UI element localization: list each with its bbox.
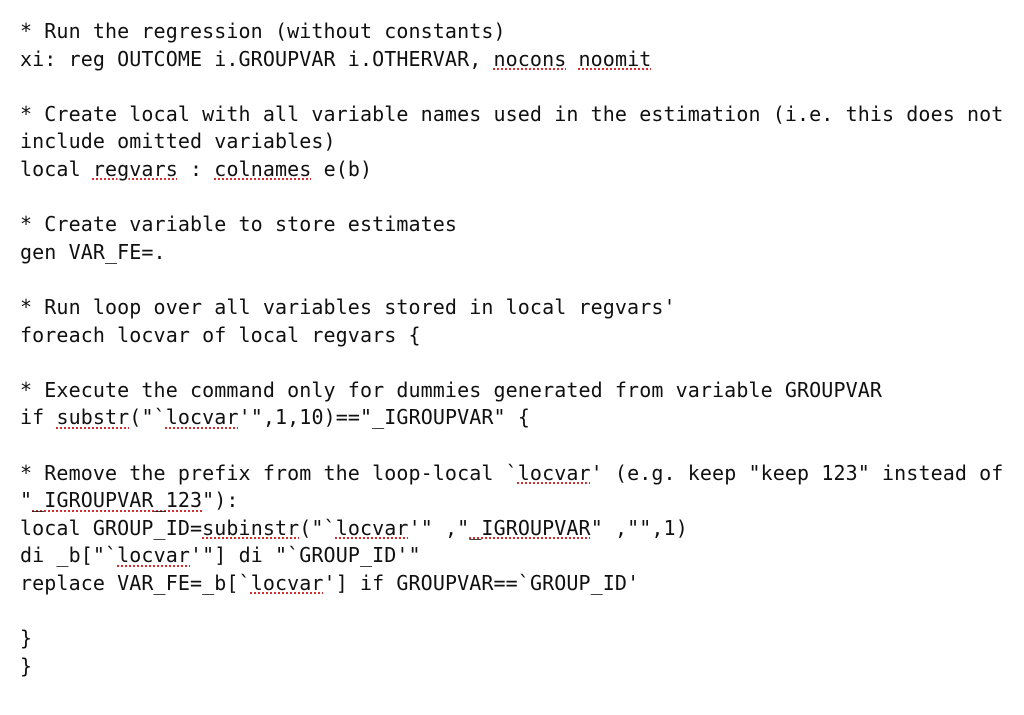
code-text: "): <box>202 488 238 512</box>
spellcheck-underline: locvar <box>251 571 324 595</box>
code-text: '" ," <box>409 516 470 540</box>
code-text <box>566 47 578 71</box>
code-text: '] if GROUPVAR==`GROUP_ID' <box>324 571 640 595</box>
spellcheck-underline: _IGROUPVAR_123 <box>32 488 202 512</box>
code-line: replace VAR_FE=_b[`locvar'] if GROUPVAR=… <box>20 571 639 595</box>
code-text: '"] di "`GROUP_ID'" <box>190 543 421 567</box>
spellcheck-underline: nocons <box>494 47 567 71</box>
spellcheck-underline: colnames <box>214 157 311 181</box>
code-text: * Remove the prefix from the loop-local … <box>20 461 518 485</box>
code-line: * Create variable to store estimates <box>20 212 457 236</box>
code-line: } <box>20 626 32 650</box>
code-line: * Run the regression (without constants) <box>20 19 506 43</box>
code-block: * Run the regression (without constants)… <box>0 0 1024 698</box>
spellcheck-underline: locvar <box>166 405 239 429</box>
spellcheck-underline: regvars <box>93 157 178 181</box>
spellcheck-underline: _IGROUPVAR <box>469 516 590 540</box>
spellcheck-underline: locvar <box>117 543 190 567</box>
code-line: local regvars : colnames e(b) <box>20 157 372 181</box>
code-line: di _b["`locvar'"] di "`GROUP_ID'" <box>20 543 421 567</box>
code-line: if substr("`locvar'",1,10)=="_IGROUPVAR"… <box>20 405 530 429</box>
code-text: replace VAR_FE=_b[` <box>20 571 251 595</box>
code-text: : <box>178 157 214 181</box>
code-line: * Execute the command only for dummies g… <box>20 378 882 402</box>
spellcheck-underline: noomit <box>579 47 652 71</box>
code-text: local GROUP_ID= <box>20 516 202 540</box>
code-text: " ,"",1) <box>591 516 688 540</box>
code-line: foreach locvar of local regvars { <box>20 323 421 347</box>
spellcheck-underline: locvar <box>336 516 409 540</box>
code-line: local GROUP_ID=subinstr("`locvar'" ,"_IG… <box>20 516 688 540</box>
spellcheck-underline: subinstr <box>202 516 299 540</box>
code-line: * Run loop over all variables stored in … <box>20 295 676 319</box>
code-line: } <box>20 654 32 678</box>
code-line: xi: reg OUTCOME i.GROUPVAR i.OTHERVAR, n… <box>20 47 651 71</box>
code-line: * Remove the prefix from the loop-local … <box>20 461 1016 513</box>
code-line: * Create local with all variable names u… <box>20 102 1016 154</box>
spellcheck-underline: substr <box>56 405 129 429</box>
code-text: e(b) <box>311 157 372 181</box>
code-text: di _b["` <box>20 543 117 567</box>
code-text: if <box>20 405 56 429</box>
code-line: gen VAR_FE=. <box>20 240 166 264</box>
spellcheck-underline: locvar <box>518 461 591 485</box>
code-text: ("` <box>299 516 335 540</box>
code-text: local <box>20 157 93 181</box>
code-text: '",1,10)=="_IGROUPVAR" { <box>239 405 530 429</box>
code-text: xi: reg OUTCOME i.GROUPVAR i.OTHERVAR, <box>20 47 494 71</box>
code-text: ("` <box>129 405 165 429</box>
